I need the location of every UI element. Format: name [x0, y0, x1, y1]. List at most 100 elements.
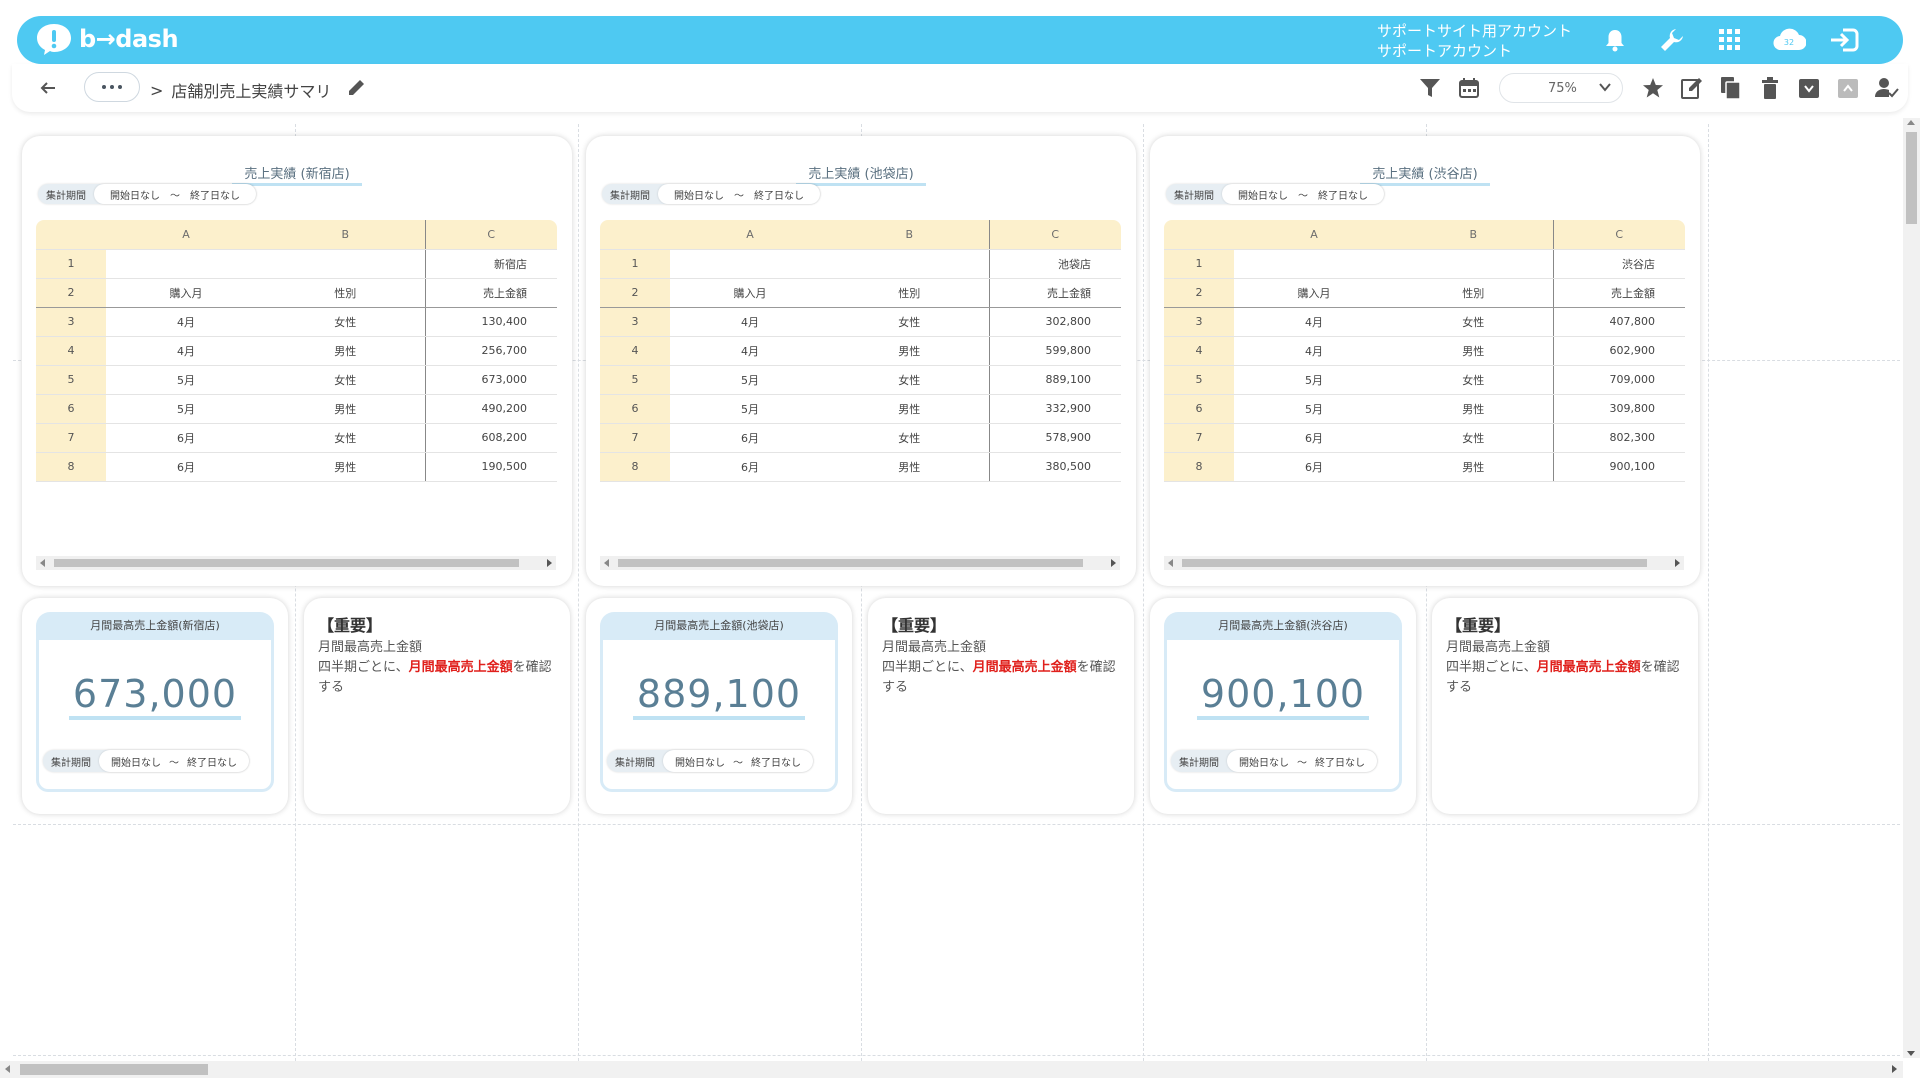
cell-amount: 889,100 — [989, 365, 1121, 395]
cell-gender: 女性 — [1394, 365, 1554, 395]
period-range[interactable]: 開始日なし〜終了日なし — [658, 184, 820, 204]
note-body: 月間最高売上金額 四半期ごとに、月間最高売上金額を確認する — [318, 640, 552, 695]
star-icon[interactable] — [1640, 75, 1666, 101]
cell-amount: 302,800 — [989, 307, 1121, 337]
period-filter[interactable]: 集計期間 開始日なし〜終了日なし — [607, 750, 813, 772]
kpi-value: 673,000 — [39, 672, 271, 720]
column-header: C — [1553, 220, 1685, 250]
cell-amount: 608,200 — [425, 423, 557, 453]
cell-month: 4月 — [670, 307, 830, 337]
period-filter[interactable]: 集計期間 開始日なし〜終了日なし — [43, 750, 249, 772]
row-number: 6 — [36, 394, 106, 424]
period-filter[interactable]: 集計期間 開始日なし〜終了日なし — [602, 184, 820, 204]
column-header: C — [425, 220, 557, 250]
row-number: 5 — [36, 365, 106, 395]
copy-icon[interactable] — [1718, 75, 1744, 101]
archive-icon[interactable] — [1796, 75, 1822, 101]
unarchive-icon[interactable] — [1835, 75, 1861, 101]
edit-title-pencil-icon[interactable] — [346, 76, 368, 98]
kpi-card[interactable]: 月間最高売上金額(池袋店) 889,100 集計期間 開始日なし〜終了日なし — [586, 598, 852, 814]
column-header-row: ABC — [1164, 220, 1685, 250]
period-label: 集計期間 — [610, 190, 650, 202]
logout-icon[interactable] — [1829, 25, 1859, 55]
kpi-card[interactable]: 月間最高売上金額(渋谷店) 900,100 集計期間 開始日なし〜終了日なし — [1150, 598, 1416, 814]
period-range[interactable]: 開始日なし〜終了日なし — [1227, 750, 1377, 772]
note-highlight: 月間最高売上金額 — [1536, 660, 1641, 675]
row-number: 5 — [600, 365, 670, 395]
wrench-icon[interactable] — [1657, 25, 1687, 55]
cell-gender: 男性 — [830, 336, 990, 366]
cloud-icon[interactable]: 32 — [1772, 25, 1806, 55]
row-number: 8 — [1164, 452, 1234, 482]
cell-month: 4月 — [1234, 307, 1394, 337]
period-range[interactable]: 開始日なし〜終了日なし — [94, 184, 256, 204]
vertical-scrollbar[interactable] — [1903, 118, 1920, 1058]
logo[interactable]: b→dash — [35, 22, 179, 56]
table-horizontal-scrollbar[interactable] — [36, 556, 556, 570]
cell-month: 6月 — [106, 423, 266, 453]
row-number: 4 — [1164, 336, 1234, 366]
row-number: 1 — [36, 249, 106, 279]
zoom-select[interactable]: 75% — [1499, 73, 1623, 103]
table-horizontal-scrollbar[interactable] — [1164, 556, 1684, 570]
kpi-title: 月間最高売上金額(渋谷店) — [1164, 612, 1402, 640]
cell-month: 購入月 — [670, 278, 830, 308]
store-sales-table-card[interactable]: 売上実績 (新宿店) 集計期間 開始日なし〜終了日なし A B C 1 新宿店 2 購入月 性別 売上… — [22, 136, 572, 586]
spreadsheet-table: A B C 1 池袋店 2 購入月 性別 売上金額 3 4月 女性 302,800 4 4月 男性 599,80… — [600, 220, 1121, 482]
account-site: サポートサイト用アカウント — [1377, 22, 1573, 40]
table-row: 2 購入月 性別 売上金額 — [36, 278, 557, 308]
cell-month: 6月 — [1234, 423, 1394, 453]
horizontal-scrollbar[interactable] — [0, 1061, 1903, 1078]
cell-gender: 女性 — [1394, 423, 1554, 453]
table-row: 7 6月 女性 608,200 — [36, 423, 557, 453]
table-row: 3 4月 女性 130,400 — [36, 307, 557, 337]
table-horizontal-scrollbar[interactable] — [600, 556, 1120, 570]
cell-month: 4月 — [106, 336, 266, 366]
breadcrumb-separator: > — [150, 80, 164, 100]
note-card[interactable]: 【重要】 月間最高売上金額 四半期ごとに、月間最高売上金額を確認する — [304, 598, 570, 814]
row-number: 8 — [36, 452, 106, 482]
store-sales-table-card[interactable]: 売上実績 (渋谷店) 集計期間 開始日なし〜終了日なし A B C 1 渋谷店 2 購入月 性別 売上… — [1150, 136, 1700, 586]
bell-icon[interactable] — [1600, 25, 1630, 55]
kpi-value: 900,100 — [1167, 672, 1399, 720]
edit-icon[interactable] — [1679, 75, 1705, 101]
cell-month: 6月 — [670, 423, 830, 453]
cell-gender: 女性 — [1394, 307, 1554, 337]
table-row: 8 6月 男性 380,500 — [600, 452, 1121, 482]
filter-icon[interactable] — [1417, 75, 1443, 101]
period-filter[interactable]: 集計期間 開始日なし〜終了日なし — [1166, 184, 1384, 204]
cell-gender: 女性 — [830, 307, 990, 337]
spreadsheet-table: A B C 1 渋谷店 2 購入月 性別 売上金額 3 4月 女性 407,800 4 4月 男性 602,90… — [1164, 220, 1685, 482]
note-card[interactable]: 【重要】 月間最高売上金額 四半期ごとに、月間最高売上金額を確認する — [868, 598, 1134, 814]
cell-gender: 男性 — [1394, 336, 1554, 366]
apps-grid-icon[interactable] — [1715, 25, 1745, 55]
back-arrow-icon[interactable] — [34, 74, 62, 102]
row-number: 3 — [600, 307, 670, 337]
period-filter[interactable]: 集計期間 開始日なし〜終了日なし — [38, 184, 256, 204]
store-sales-table-card[interactable]: 売上実績 (池袋店) 集計期間 開始日なし〜終了日なし A B C 1 池袋店 2 購入月 性別 売上… — [586, 136, 1136, 586]
cell-gender: 性別 — [830, 278, 990, 308]
kpi-card[interactable]: 月間最高売上金額(新宿店) 673,000 集計期間 開始日なし〜終了日なし — [22, 598, 288, 814]
period-range[interactable]: 開始日なし〜終了日なし — [1222, 184, 1384, 204]
zoom-value: 75% — [1548, 81, 1577, 96]
note-card[interactable]: 【重要】 月間最高売上金額 四半期ごとに、月間最高売上金額を確認する — [1432, 598, 1698, 814]
toolbar: > 店舗別売上実績サマリ 75% — [12, 64, 1908, 112]
column-header: A — [106, 220, 266, 250]
kpi-box: 900,100 集計期間 開始日なし〜終了日なし — [1164, 640, 1402, 792]
breadcrumb-more-button[interactable] — [84, 72, 140, 102]
calendar-icon[interactable] — [1456, 75, 1482, 101]
table-row: 4 4月 男性 599,800 — [600, 336, 1121, 366]
cell-gender: 男性 — [266, 394, 426, 424]
delete-icon[interactable] — [1757, 75, 1783, 101]
cell-amount: 売上金額 — [1553, 278, 1685, 308]
period-filter[interactable]: 集計期間 開始日なし〜終了日なし — [1171, 750, 1377, 772]
period-label: 集計期間 — [51, 757, 91, 769]
period-range[interactable]: 開始日なし〜終了日なし — [663, 750, 813, 772]
period-range[interactable]: 開始日なし〜終了日なし — [99, 750, 249, 772]
table-row: 2 購入月 性別 売上金額 — [600, 278, 1121, 308]
table-row: 1 新宿店 — [36, 249, 557, 279]
cell-gender: 男性 — [830, 394, 990, 424]
account-info[interactable]: サポートサイト用アカウント サポートアカウント — [1377, 21, 1572, 61]
user-check-icon[interactable] — [1874, 75, 1900, 101]
cell-gender: 男性 — [830, 452, 990, 482]
